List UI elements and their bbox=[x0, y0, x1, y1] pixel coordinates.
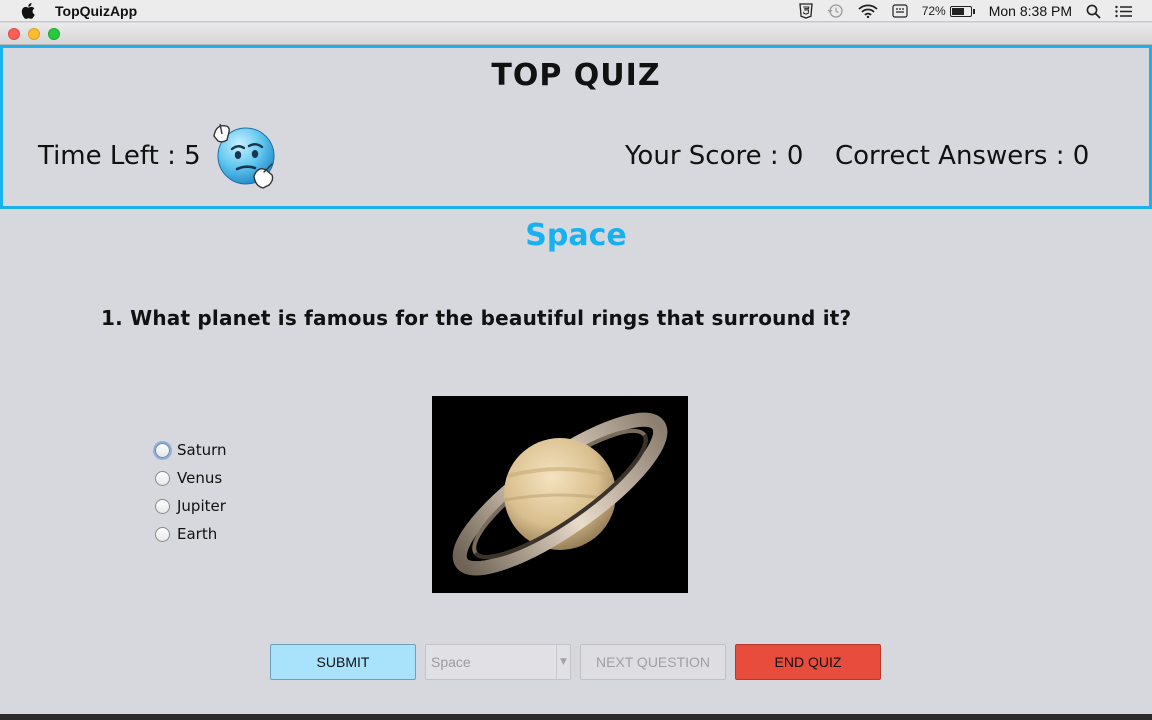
option-venus[interactable]: Venus bbox=[155, 464, 227, 492]
battery-percent: 72% bbox=[921, 4, 946, 18]
answer-options: Saturn Venus Jupiter Earth bbox=[155, 436, 227, 548]
radio-saturn[interactable] bbox=[155, 442, 170, 458]
option-label: Venus bbox=[177, 469, 223, 487]
window-bottom-edge bbox=[0, 714, 1152, 720]
submit-button[interactable]: SUBMIT bbox=[270, 644, 416, 680]
window-titlebar bbox=[0, 23, 1152, 45]
notification-center-icon[interactable] bbox=[1115, 5, 1132, 18]
option-saturn[interactable]: Saturn bbox=[155, 436, 227, 464]
option-earth[interactable]: Earth bbox=[155, 520, 227, 548]
option-label: Saturn bbox=[177, 441, 227, 459]
chevron-down-icon: ▼ bbox=[556, 645, 570, 679]
correct-answers-label: Correct Answers : 0 bbox=[835, 141, 1090, 171]
time-left-label: Time Left : 5 bbox=[38, 141, 201, 171]
end-quiz-button[interactable]: END QUIZ bbox=[735, 644, 881, 680]
minimize-window-button[interactable] bbox=[28, 28, 40, 40]
option-label: Earth bbox=[177, 525, 218, 543]
category-select[interactable]: Space ▼ bbox=[425, 644, 571, 680]
spotlight-search-icon[interactable] bbox=[1086, 4, 1101, 19]
close-window-button[interactable] bbox=[8, 28, 20, 40]
battery-icon bbox=[949, 5, 972, 17]
quiz-header-panel: TOP QUIZ Time Left : 5 Your Score : 0 Co… bbox=[0, 45, 1152, 209]
option-jupiter[interactable]: Jupiter bbox=[155, 492, 227, 520]
option-label: Jupiter bbox=[177, 497, 226, 515]
battery-indicator[interactable]: 72% bbox=[922, 4, 975, 18]
radio-jupiter[interactable] bbox=[155, 498, 170, 514]
thinking-emoji-icon bbox=[208, 120, 280, 190]
score-label: Your Score : 0 bbox=[625, 141, 804, 171]
category-title: Space bbox=[525, 218, 627, 253]
battery-nub bbox=[972, 8, 975, 14]
saturn-image bbox=[432, 396, 688, 593]
radio-earth[interactable] bbox=[155, 526, 170, 542]
next-question-button[interactable]: NEXT QUESTION bbox=[580, 644, 726, 680]
menu-bar: TopQuizApp 72% Mon 8:38 PM bbox=[0, 0, 1152, 22]
html5-icon[interactable] bbox=[798, 3, 813, 19]
category-select-value: Space bbox=[431, 654, 471, 670]
time-machine-icon[interactable] bbox=[827, 3, 844, 19]
battery-fill bbox=[951, 7, 964, 15]
radio-venus[interactable] bbox=[155, 470, 170, 486]
menubar-clock[interactable]: Mon 8:38 PM bbox=[989, 3, 1072, 19]
apple-menu-icon[interactable] bbox=[20, 2, 36, 19]
quiz-title: TOP QUIZ bbox=[491, 58, 661, 93]
keyboard-input-icon[interactable] bbox=[892, 4, 908, 18]
wifi-icon[interactable] bbox=[858, 4, 878, 18]
question-text: 1. What planet is famous for the beautif… bbox=[101, 306, 852, 330]
maximize-window-button[interactable] bbox=[48, 28, 60, 40]
app-name-menu[interactable]: TopQuizApp bbox=[55, 3, 137, 19]
